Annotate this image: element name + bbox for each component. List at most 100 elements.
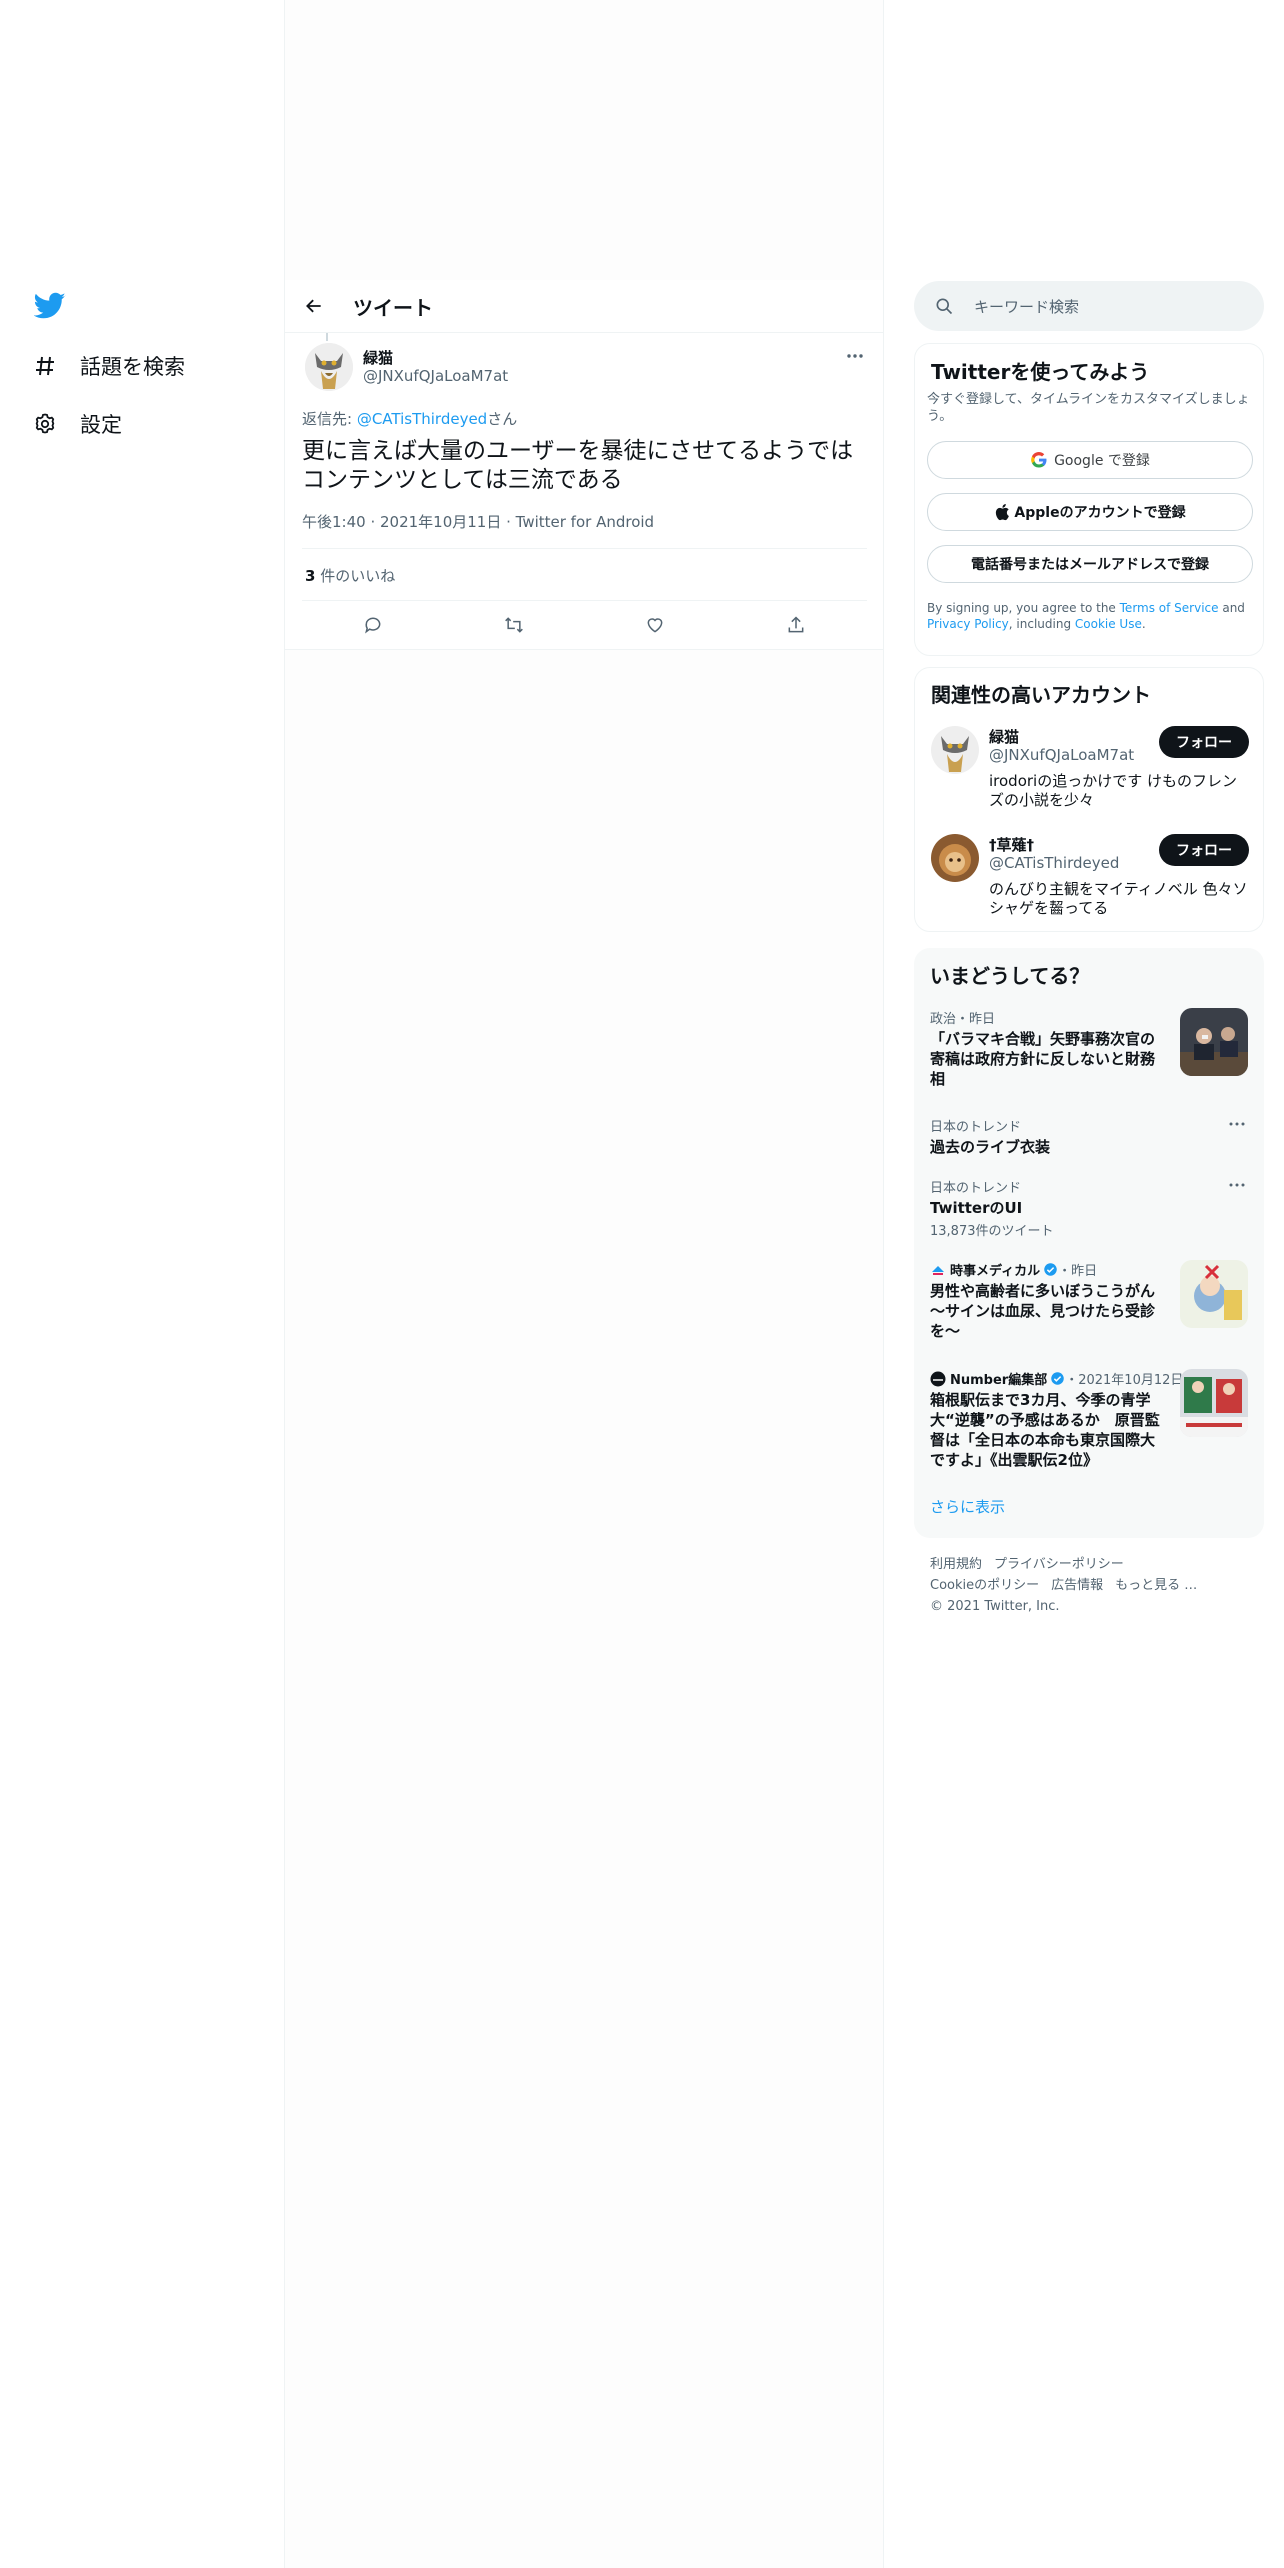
signup-card: Twitterを使ってみよう 今すぐ登録して、タイムラインをカスタマイズしましょ… [914,343,1264,656]
privacy-link[interactable]: Privacy Policy [927,617,1009,631]
author-handle[interactable]: @JNXufQJaLoaM7at [363,367,508,385]
avatar[interactable] [931,834,979,882]
news-source-name: 時事メディカル [950,1264,1041,1279]
follow-button[interactable]: フォロー [1159,726,1249,758]
follow-button[interactable]: フォロー [1159,834,1249,866]
hashtag-icon [30,351,60,381]
gear-icon [30,409,60,439]
trend-item[interactable]: 日本のトレンド TwitterのUI 13,873件のツイート [930,1177,1248,1239]
apple-icon [996,503,1010,521]
thread-line [326,333,328,341]
author-name[interactable]: 緑猫 [363,347,393,368]
verified-badge-icon [1051,1372,1064,1385]
footer-row: Cookieのポリシー 広告情報 もっと見る … [930,1575,1260,1596]
account-bio: のんびり主観をマイティノベル 色々ソシャゲを齧ってる [989,880,1248,917]
news-item[interactable]: 時事メディカル ・昨日 男性や高齢者に多いぼうこうがん～サインは血尿、見つけたら… [930,1260,1248,1350]
google-icon [1031,451,1047,468]
google-signup-label: Google で登録 [1054,453,1150,469]
tweet-actions [302,605,867,645]
trends-title: いまどうしてる？ [930,964,1090,988]
trends-card: いまどうしてる？ 政治・昨日 「バラマキ合戦」矢野事務次官の寄稿は政府方針に反し… [914,948,1264,1538]
nav-item-explore[interactable]: 話題を検索 [30,346,185,386]
verified-badge-icon [1044,1263,1057,1276]
search-placeholder: キーワード検索 [974,297,1080,316]
avatar[interactable] [305,343,353,391]
divider [302,600,867,601]
more-icon [847,354,863,358]
reply-button[interactable] [356,608,390,642]
news-item[interactable]: Number編集部 ・2021年10月12日 箱根駅伝まで3カ月、今季の青学大“… [930,1369,1248,1479]
signup-title: Twitterを使ってみよう [931,360,1150,384]
likes-number: 3 [305,567,316,585]
twitter-bird-icon[interactable] [33,292,66,320]
reply-to-line: 返信先: @CATisThirdeyedさん [302,408,517,429]
nav-item-label: 設定 [80,413,122,437]
divider [302,548,867,549]
retweet-button[interactable] [497,608,531,642]
trend-image [1180,1008,1248,1076]
more-icon [1229,1183,1245,1187]
tweet-detail: 緑猫 @JNXufQJaLoaM7at 返信先: @CATisThirdeyed… [285,333,883,650]
account-handle: @JNXufQJaLoaM7at [989,746,1135,764]
avatar[interactable] [931,726,979,774]
share-icon [788,616,804,633]
likes-count[interactable]: 3 件のいいね [305,565,395,586]
account-bio: irodoriの追っかけです けものフレンズの小説を少々 [989,772,1237,809]
trend-item[interactable]: 政治・昨日 「バラマキ合戦」矢野事務次官の寄稿は政府方針に反しないと財務相 [930,1008,1248,1088]
tweet-meta[interactable]: 午後1:40 · 2021年10月11日 · Twitter for Andro… [302,511,654,532]
more-icon [1229,1122,1245,1126]
reply-prefix: 返信先: [302,410,357,428]
source-logo-icon [930,1371,946,1386]
back-button[interactable] [297,289,331,323]
footer: 利用規約 プライバシーポリシー Cookieのポリシー 広告情報 もっと見る … © … [930,1554,1260,1617]
more-options-button[interactable] [1226,1116,1248,1132]
news-source-name: Number編集部 [950,1373,1048,1388]
share-button[interactable] [779,608,813,642]
nav-item-settings[interactable]: 設定 [30,404,122,444]
footer-link-privacy[interactable]: プライバシーポリシー [994,1557,1124,1572]
footer-link-cookie[interactable]: Cookieのポリシー [930,1578,1039,1593]
left-sidebar: 話題を検索 設定 [0,0,284,2568]
related-title: 関連性の高いアカウント [931,683,1151,707]
news-title: 箱根駅伝まで3カ月、今季の青学大“逆襲”の予感はあるか 原晋監督は「全日本の本命… [930,1391,1160,1469]
phone-signup-label: 電話番号またはメールアドレスで登録 [971,557,1209,573]
account-item[interactable]: 緑猫 @JNXufQJaLoaM7at irodoriの追っかけです けものフレ… [931,726,1249,816]
trend-title: 過去のライブ衣装 [930,1138,1051,1156]
search-input[interactable]: キーワード検索 [914,281,1264,331]
news-title: 男性や高齢者に多いぼうこうがん～サインは血尿、見つけたら受診を～ [930,1282,1156,1340]
trend-category: 日本のトレンド [930,1181,1022,1196]
reply-icon [364,617,381,634]
signup-subtitle: 今すぐ登録して、タイムラインをカスタマイズしましょう。 [927,392,1250,424]
account-item[interactable]: †草薙† @CATisThirdeyed のんびり主観をマイティノベル 色々ソシ… [931,834,1249,924]
more-options-button[interactable] [843,347,867,365]
trend-item[interactable]: 日本のトレンド 過去のライブ衣装 [930,1116,1248,1158]
source-logo-icon [932,1265,944,1275]
footer-row: 利用規約 プライバシーポリシー [930,1554,1260,1575]
page-title: ツイート [353,295,433,320]
trend-title: 「バラマキ合戦」矢野事務次官の寄稿は政府方針に反しないと財務相 [930,1030,1156,1088]
trend-count: 13,873件のツイート [930,1224,1054,1239]
legal-text: and [1218,601,1245,615]
more-options-button[interactable] [1226,1177,1248,1193]
footer-link-terms[interactable]: 利用規約 [930,1557,982,1572]
account-handle: @CATisThirdeyed [989,854,1120,872]
legal-text: , including [1008,617,1075,631]
main-column: ツイート 緑猫 @JNXufQJaLoaM7at 返信先: @CATisThir… [284,0,884,2568]
terms-link[interactable]: Terms of Service [1120,601,1219,615]
legal-text: By signing up, you agree to the [927,601,1120,615]
account-name: †草薙† [989,836,1035,854]
google-signup-button[interactable]: Google で登録 [927,441,1253,479]
news-time: ・昨日 [1058,1264,1098,1279]
footer-link-ads[interactable]: 広告情報 [1051,1578,1103,1593]
reply-to-link[interactable]: @CATisThirdeyed [357,410,487,428]
search-icon [936,298,953,315]
page-header: ツイート [285,280,883,333]
phone-email-signup-button[interactable]: 電話番号またはメールアドレスで登録 [927,545,1253,583]
apple-signup-button[interactable]: Appleのアカウントで登録 [927,493,1253,531]
footer-link-more[interactable]: もっと見る … [1115,1578,1197,1593]
cookie-link[interactable]: Cookie Use [1075,617,1142,631]
like-button[interactable] [638,608,672,642]
heart-icon [647,618,663,633]
legal-text: . [1141,617,1146,631]
show-more-link[interactable]: さらに表示 [930,1496,1005,1517]
